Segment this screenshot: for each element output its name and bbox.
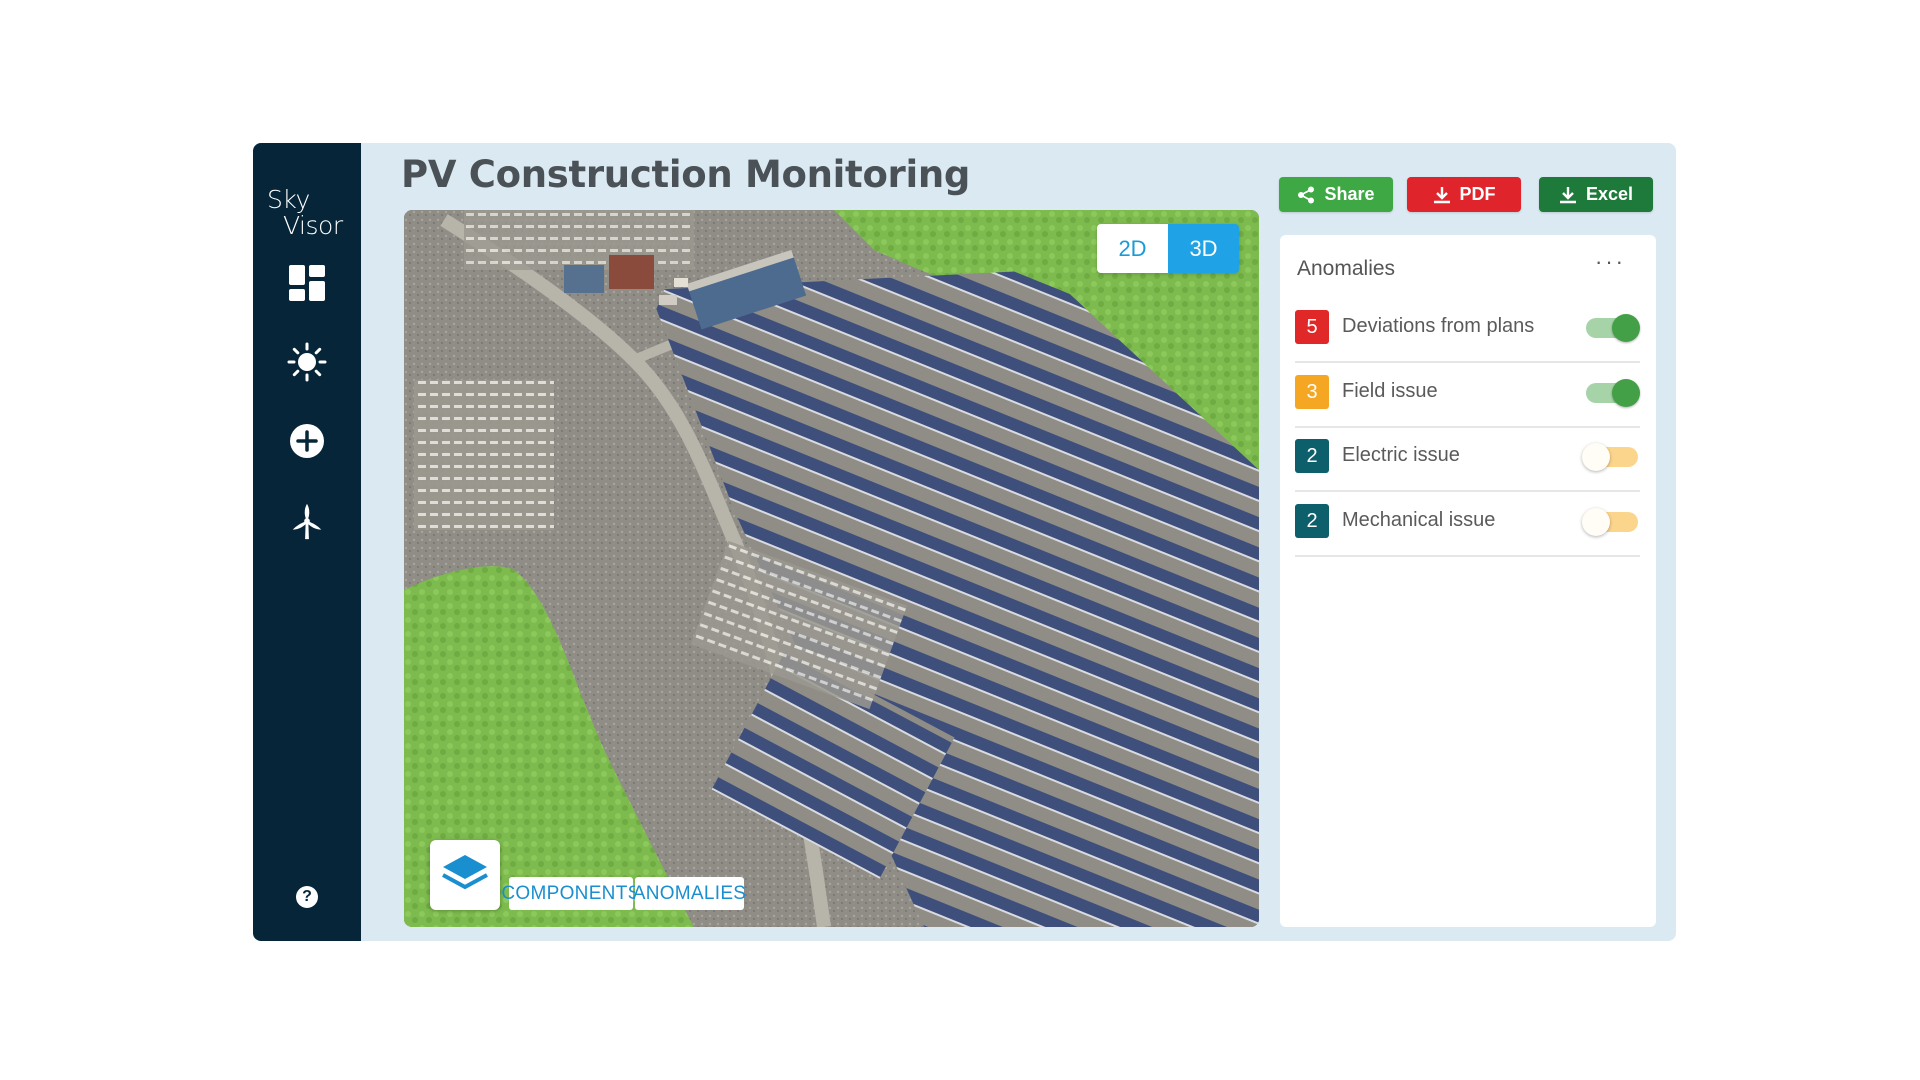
anomaly-toggle-mechanical[interactable]: [1582, 508, 1640, 536]
app-frame: Sky Visor ? PV Construction Monitoring S…: [253, 143, 1676, 941]
download-icon: [1559, 186, 1576, 203]
view-2d-button[interactable]: 2D: [1097, 224, 1168, 273]
anomalies-title: Anomalies: [1297, 257, 1396, 280]
sidebar-item-add[interactable]: [287, 421, 327, 461]
anomaly-toggle-electric[interactable]: [1582, 443, 1640, 471]
anomaly-label: Field issue: [1342, 380, 1438, 402]
anomalies-panel: Anomalies ··· 5 Deviations from plans 3 …: [1280, 235, 1656, 927]
components-chip[interactable]: COMPONENTS: [501, 877, 640, 910]
add-circle-icon: [290, 424, 324, 458]
help-button[interactable]: ?: [287, 877, 327, 917]
map-viewport[interactable]: 2D 3D COMPONENTS ANOMALIES: [404, 210, 1259, 927]
sun-icon: [287, 342, 327, 382]
anomaly-row-mechanical: 2 Mechanical issue: [1295, 491, 1640, 557]
anomaly-count-badge: 2: [1295, 439, 1329, 473]
sidebar-item-wind[interactable]: [287, 501, 327, 541]
page-title: PV Construction Monitoring: [401, 153, 971, 196]
view-3d-button[interactable]: 3D: [1168, 224, 1239, 273]
sidebar-item-solar[interactable]: [287, 342, 327, 382]
anomaly-row-deviations: 5 Deviations from plans: [1295, 297, 1640, 363]
brand-logo[interactable]: Sky Visor: [267, 187, 343, 239]
share-label: Share: [1324, 184, 1375, 204]
anomaly-label: Deviations from plans: [1342, 315, 1535, 337]
download-icon: [1433, 186, 1450, 203]
share-button[interactable]: Share: [1279, 177, 1393, 212]
sidebar: Sky Visor ?: [253, 143, 361, 941]
sidebar-item-dashboard[interactable]: [287, 263, 327, 303]
anomaly-toggle-deviations[interactable]: [1582, 314, 1640, 342]
pdf-button[interactable]: PDF: [1407, 177, 1521, 212]
layers-icon: [442, 855, 488, 889]
anomaly-label: Electric issue: [1342, 444, 1460, 466]
excel-label: Excel: [1585, 184, 1634, 204]
help-label: ?: [302, 888, 312, 905]
brand-line-1: Sky: [267, 185, 310, 214]
excel-button[interactable]: Excel: [1539, 177, 1653, 212]
anomaly-row-field: 3 Field issue: [1295, 362, 1640, 428]
aerial-site-image: [404, 210, 1259, 927]
anomaly-count-badge: 2: [1295, 504, 1329, 538]
anomaly-toggle-field[interactable]: [1582, 379, 1640, 407]
pdf-label: PDF: [1459, 184, 1496, 204]
dashboard-icon: [289, 265, 325, 301]
layers-button[interactable]: [430, 840, 500, 910]
brand-line-2: Visor: [283, 211, 343, 240]
anomalies-chip[interactable]: ANOMALIES: [633, 877, 746, 910]
more-options-button[interactable]: ···: [1595, 249, 1626, 275]
anomaly-row-electric: 2 Electric issue: [1295, 426, 1640, 492]
wind-turbine-icon: [292, 503, 322, 540]
share-icon: [1298, 186, 1315, 203]
anomaly-count-badge: 5: [1295, 310, 1329, 344]
anomaly-count-badge: 3: [1295, 375, 1329, 409]
anomaly-label: Mechanical issue: [1342, 509, 1496, 531]
view-toggle: 2D 3D: [1097, 224, 1239, 273]
